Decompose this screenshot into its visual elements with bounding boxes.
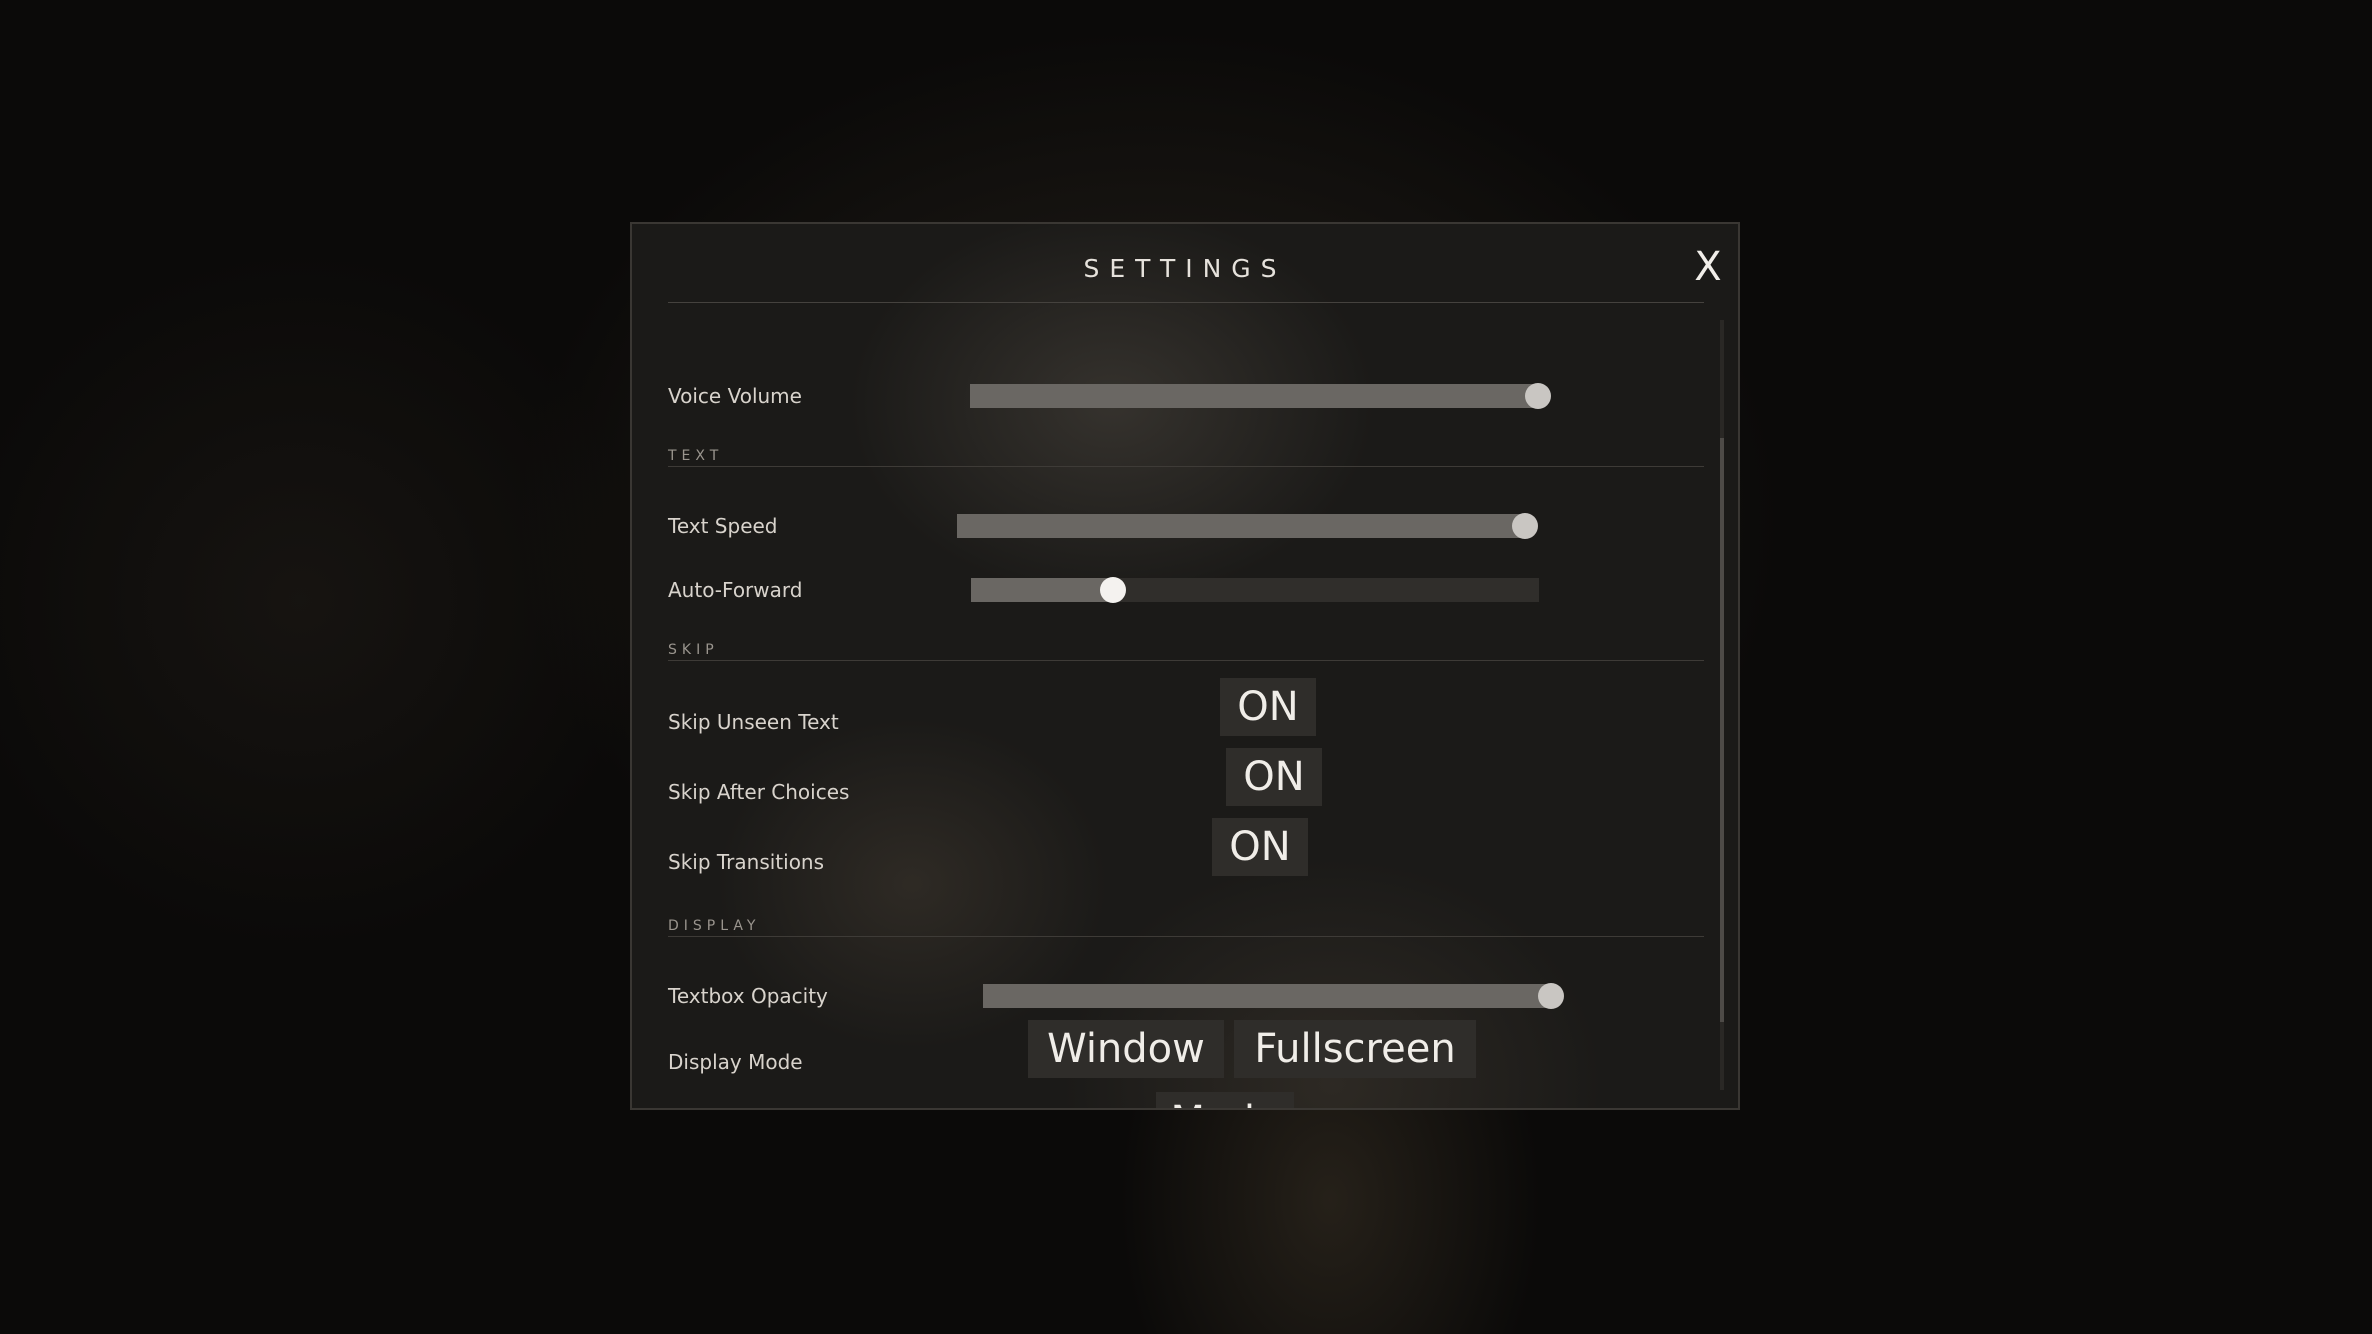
text-speed-slider[interactable] — [957, 513, 1538, 539]
section-header-skip: SKIP — [668, 642, 719, 658]
text-speed-fill — [957, 514, 1525, 538]
skip-unseen-label: Skip Unseen Text — [668, 710, 839, 734]
display-mode-window-button[interactable]: Window — [1028, 1020, 1224, 1078]
auto-forward-thumb[interactable] — [1100, 577, 1126, 603]
voice-volume-slider[interactable] — [970, 383, 1551, 409]
settings-dialog: SETTINGS X Voice Volume TEXT Text Speed … — [630, 222, 1740, 1110]
skip-transitions-toggle[interactable]: ON — [1212, 818, 1308, 876]
auto-forward-fill — [971, 578, 1113, 602]
title-divider — [668, 302, 1704, 303]
textbox-opacity-thumb[interactable] — [1538, 983, 1564, 1009]
section-divider-display — [668, 936, 1704, 937]
scrollbar-thumb[interactable] — [1720, 438, 1724, 1022]
auto-forward-slider[interactable] — [971, 577, 1539, 603]
display-mode-mode-button[interactable]: Mode — [1156, 1092, 1294, 1108]
textbox-opacity-fill — [983, 984, 1551, 1008]
skip-after-choices-label: Skip After Choices — [668, 780, 850, 804]
settings-scroll-area[interactable]: Voice Volume TEXT Text Speed Auto-Forwar… — [632, 304, 1732, 1108]
text-speed-label: Text Speed — [668, 514, 778, 538]
section-header-text: TEXT — [668, 448, 724, 464]
skip-unseen-toggle[interactable]: ON — [1220, 678, 1316, 736]
section-divider-skip — [668, 660, 1704, 661]
display-mode-label: Display Mode — [668, 1050, 803, 1074]
skip-transitions-label: Skip Transitions — [668, 850, 825, 874]
skip-after-choices-toggle[interactable]: ON — [1226, 748, 1322, 806]
display-mode-fullscreen-button[interactable]: Fullscreen — [1234, 1020, 1476, 1078]
scrollbar[interactable] — [1720, 320, 1724, 1090]
dialog-title: SETTINGS — [1083, 254, 1287, 283]
section-divider-text — [668, 466, 1704, 467]
auto-forward-label: Auto-Forward — [668, 578, 803, 602]
voice-volume-thumb[interactable] — [1525, 383, 1551, 409]
voice-volume-fill — [970, 384, 1538, 408]
close-button[interactable]: X — [1688, 242, 1728, 292]
section-header-display: DISPLAY — [668, 918, 761, 934]
textbox-opacity-label: Textbox Opacity — [668, 984, 828, 1008]
text-speed-thumb[interactable] — [1512, 513, 1538, 539]
textbox-opacity-slider[interactable] — [983, 983, 1564, 1009]
voice-volume-label: Voice Volume — [668, 384, 802, 408]
